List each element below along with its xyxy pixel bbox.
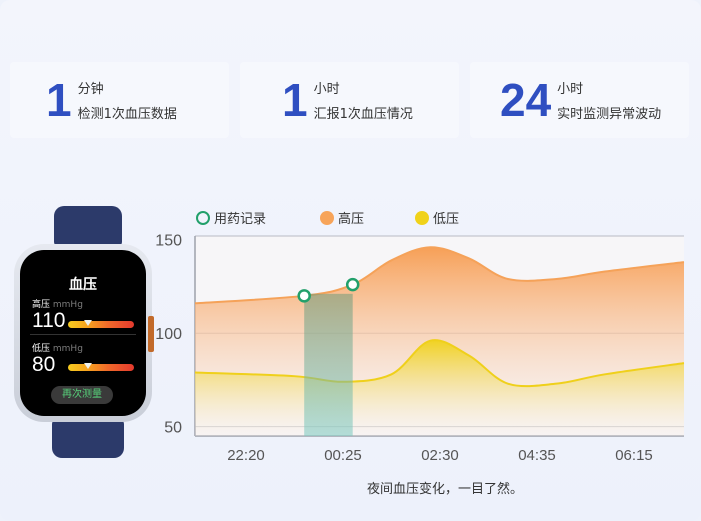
x-tick-label: 04:35	[518, 447, 556, 464]
medication-marker	[297, 289, 311, 303]
x-tick-label: 00:25	[324, 447, 362, 464]
medication-band	[304, 293, 353, 436]
x-tick-label: 22:20	[227, 447, 265, 464]
blood-pressure-chart: 150 100 50 22:20 00:25 02:30 04:35 06:15	[155, 233, 685, 464]
y-tick-label: 50	[164, 420, 182, 437]
x-tick-label: 02:30	[421, 447, 459, 464]
y-tick-label: 100	[155, 326, 182, 343]
medication-marker	[345, 277, 360, 292]
x-tick-label: 06:15	[615, 447, 653, 464]
chart-caption: 夜间血压变化，一目了然。	[366, 482, 523, 497]
y-tick-label: 150	[155, 233, 182, 250]
